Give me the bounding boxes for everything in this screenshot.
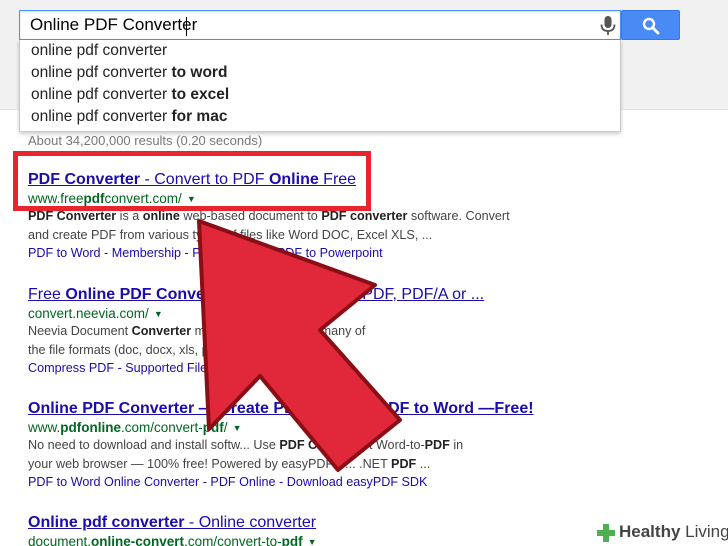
result-title-link[interactable]: Online pdf converter - Online converter <box>28 514 628 532</box>
result-title-link[interactable]: Online PDF Converter — Create PDF, Conve… <box>28 400 628 418</box>
watermark-logo: Healthy Living <box>594 520 728 546</box>
result-sitelinks[interactable]: PDF to Word - Membership - PDF to Excel … <box>28 246 628 260</box>
suggestion-item[interactable]: online pdf converter to word <box>31 64 227 82</box>
dropdown-arrow-icon[interactable]: ▼ <box>233 423 242 433</box>
search-query[interactable]: Online PDF Converter <box>30 15 197 35</box>
result-snippet: Neevia Document Converter ma... instantl… <box>28 324 366 357</box>
text-caret <box>186 17 187 36</box>
search-button[interactable] <box>621 10 680 40</box>
suggestion-item[interactable]: online pdf converter to excel <box>31 86 229 104</box>
result-url: www.pdfonline.com/convert-pdf/▼ <box>28 420 242 435</box>
search-input[interactable]: Online PDF Converter <box>19 10 621 40</box>
search-icon <box>642 17 660 35</box>
health-cross-icon <box>597 524 615 542</box>
suggestion-item[interactable]: online pdf converter for mac <box>31 108 227 126</box>
search-result: Online pdf converter - Online converter … <box>28 514 628 546</box>
result-sitelinks[interactable]: Compress PDF - Supported File Fo... - PD… <box>28 361 628 375</box>
result-snippet: PDF Converter is a online web-based docu… <box>28 209 510 242</box>
suggestion-item[interactable]: online pdf converter <box>31 42 167 60</box>
dropdown-arrow-icon[interactable]: ▼ <box>154 309 163 319</box>
result-sitelinks[interactable]: PDF to Word Online Converter - PDF Onlin… <box>28 475 628 489</box>
search-result: Free Online PDF Converter - Convert DOC … <box>28 286 628 375</box>
result-title-link[interactable]: Free Online PDF Converter - Convert DOC … <box>28 286 628 304</box>
search-result: Online PDF Converter — Create PDF, Conve… <box>28 400 628 489</box>
dropdown-arrow-icon[interactable]: ▼ <box>308 537 317 546</box>
autocomplete-dropdown: online pdf converter online pdf converte… <box>19 40 621 132</box>
highlight-box <box>13 151 371 211</box>
microphone-icon[interactable] <box>598 15 618 37</box>
result-snippet: No need to download and install softw...… <box>28 438 464 471</box>
result-url: document.online-convert.com/convert-to-p… <box>28 534 317 546</box>
result-stats: About 34,200,000 results (0.20 seconds) <box>28 133 263 148</box>
result-url: convert.neevia.com/▼ <box>28 306 163 321</box>
